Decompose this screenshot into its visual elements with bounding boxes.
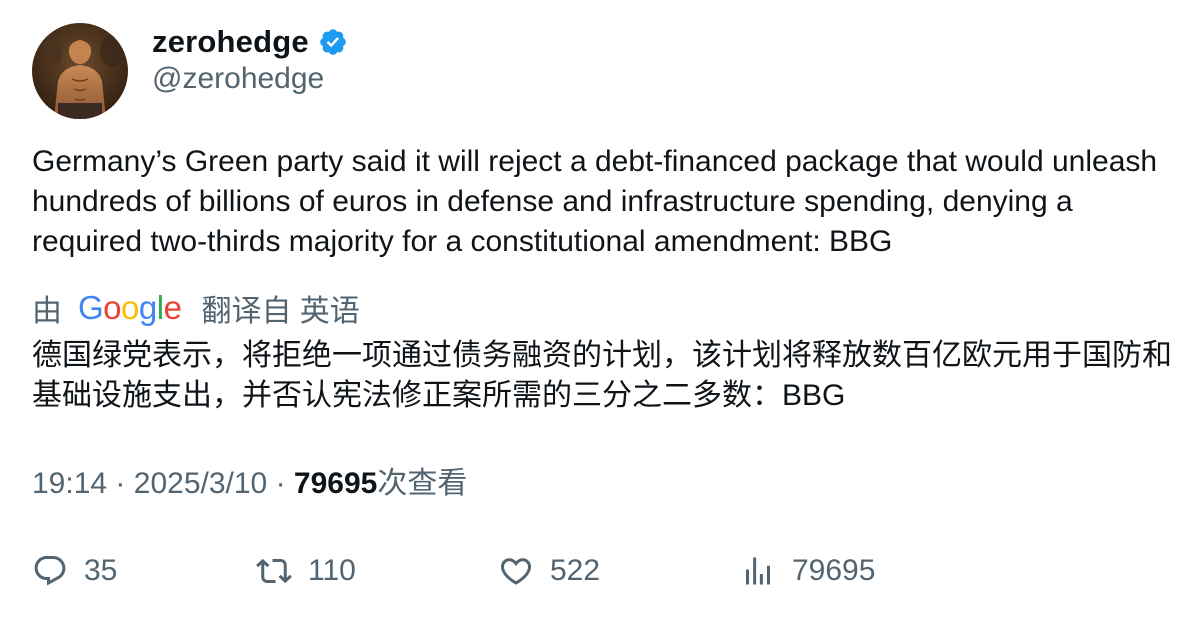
google-logo-letter: l xyxy=(156,289,164,326)
translation-attribution: 由 Google 翻译自 英语 xyxy=(32,286,360,330)
google-logo-letter: o xyxy=(103,289,122,326)
reply-icon xyxy=(34,556,66,586)
author-handle[interactable]: @zerohedge xyxy=(152,62,324,96)
like-button[interactable]: 522 xyxy=(498,548,600,594)
google-logo-letter: e xyxy=(163,289,182,326)
meta-separator: · xyxy=(115,467,126,500)
retweet-icon xyxy=(256,558,292,584)
tweet-card: zerohedge @zerohedge Germany’s Green par… xyxy=(0,0,1196,618)
translated-text: 德国绿党表示，将拒绝一项通过债务融资的计划，该计划将释放数百亿欧元用于国防和基础… xyxy=(32,339,1172,412)
views-button[interactable]: 79695 xyxy=(740,548,875,594)
views-count: 79695 xyxy=(293,467,378,500)
views-action-count: 79695 xyxy=(792,554,876,587)
avatar[interactable] xyxy=(32,23,128,119)
verified-badge-icon[interactable] xyxy=(318,27,348,57)
tweet-meta: 19:14 · 2025/3/10 · 79695次查看 xyxy=(32,464,467,504)
translated-from-label[interactable]: 翻译自 英语 xyxy=(201,286,359,330)
author-name-row: zerohedge xyxy=(152,22,348,62)
heart-icon xyxy=(500,558,532,585)
google-logo-letter: G xyxy=(78,289,104,326)
google-logo-letter: g xyxy=(138,289,157,326)
reply-count: 35 xyxy=(84,554,118,587)
meta-separator: · xyxy=(275,467,286,500)
analytics-bar-icon xyxy=(746,557,770,585)
tweet-time[interactable]: 19:14 xyxy=(32,467,107,500)
avatar-photo-icon xyxy=(32,23,128,119)
retweet-count: 110 xyxy=(308,554,356,587)
action-bar: 35 110 522 79695 xyxy=(32,548,1172,594)
retweet-button[interactable]: 110 xyxy=(256,548,356,594)
google-logo-icon: Google xyxy=(78,289,182,327)
like-count: 522 xyxy=(550,554,601,587)
translated-by-label: 由 xyxy=(32,295,62,328)
tweet-text: Germany’s Green party said it will rejec… xyxy=(32,145,1158,258)
reply-button[interactable]: 35 xyxy=(32,548,117,594)
tweet-date[interactable]: 2025/3/10 xyxy=(134,467,267,500)
views-label: 次查看 xyxy=(377,467,468,500)
author-display-name[interactable]: zerohedge xyxy=(152,24,309,60)
google-logo-letter: o xyxy=(121,289,139,326)
